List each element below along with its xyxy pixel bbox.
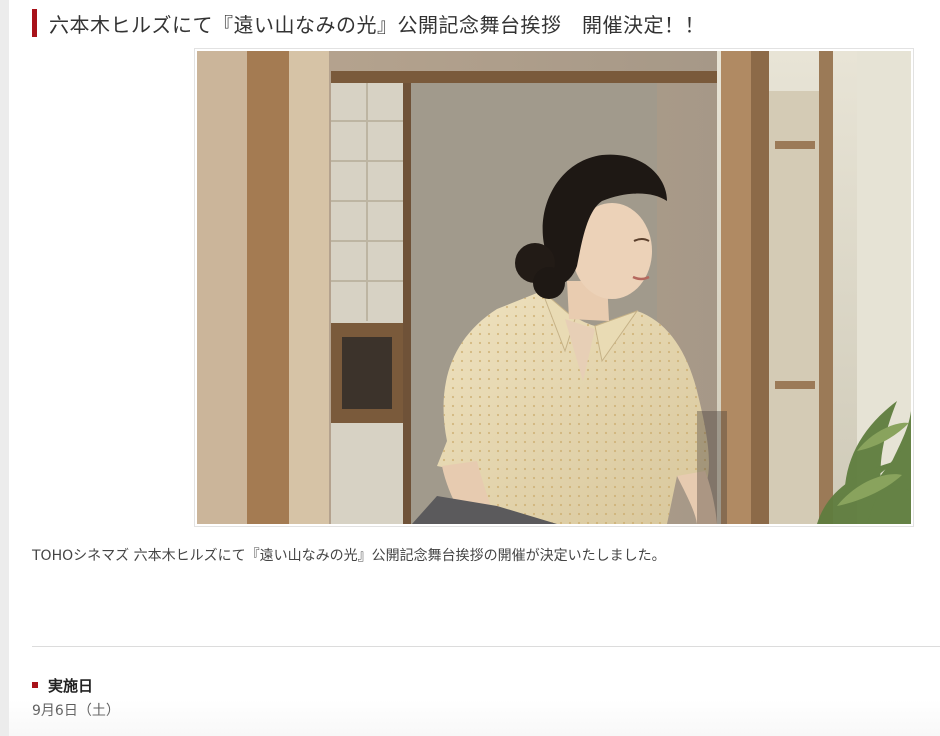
event-photo [194, 48, 914, 527]
article-title: 六本木ヒルズにて『遠い山なみの光』公開記念舞台挨拶 開催決定！！ [49, 12, 705, 37]
event-date-section: 実施日 9月6日（土） [32, 675, 120, 720]
event-date-value: 9月6日（土） [32, 703, 120, 719]
section-divider [32, 646, 940, 647]
article-lead-text: TOHOシネマズ 六本木ヒルズにて『遠い山なみの光』公開記念舞台挨拶の開催が決定… [32, 548, 666, 564]
title-accent-bar [32, 9, 37, 37]
page-left-gutter [0, 0, 9, 736]
section-bullet-icon [32, 682, 38, 688]
article-title-bar: 六本木ヒルズにて『遠い山なみの光』公開記念舞台挨拶 開催決定！！ [32, 8, 705, 38]
event-photo-image [197, 51, 911, 524]
event-date-heading: 実施日 [32, 675, 120, 695]
article-body: 六本木ヒルズにて『遠い山なみの光』公開記念舞台挨拶 開催決定！！ TOHOシネマ… [32, 0, 940, 736]
event-date-label: 実施日 [48, 676, 94, 695]
